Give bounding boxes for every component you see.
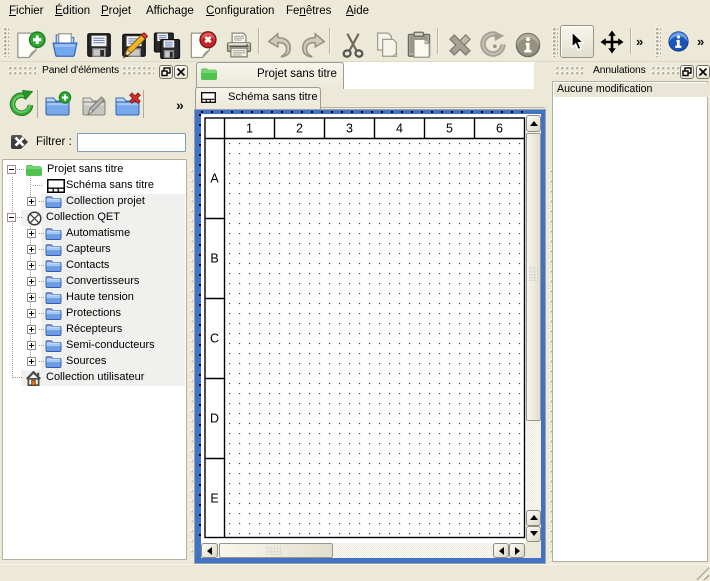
svg-text:1: 1 — [246, 122, 253, 136]
svg-text:4: 4 — [396, 122, 403, 136]
svg-text:3: 3 — [346, 122, 353, 136]
svg-text:2: 2 — [296, 122, 303, 136]
svg-text:E: E — [210, 492, 218, 506]
svg-text:6: 6 — [496, 122, 503, 136]
svg-text:A: A — [210, 172, 219, 186]
svg-text:D: D — [210, 412, 219, 426]
svg-text:5: 5 — [446, 122, 453, 136]
svg-text:B: B — [210, 252, 218, 266]
svg-text:C: C — [210, 332, 219, 346]
